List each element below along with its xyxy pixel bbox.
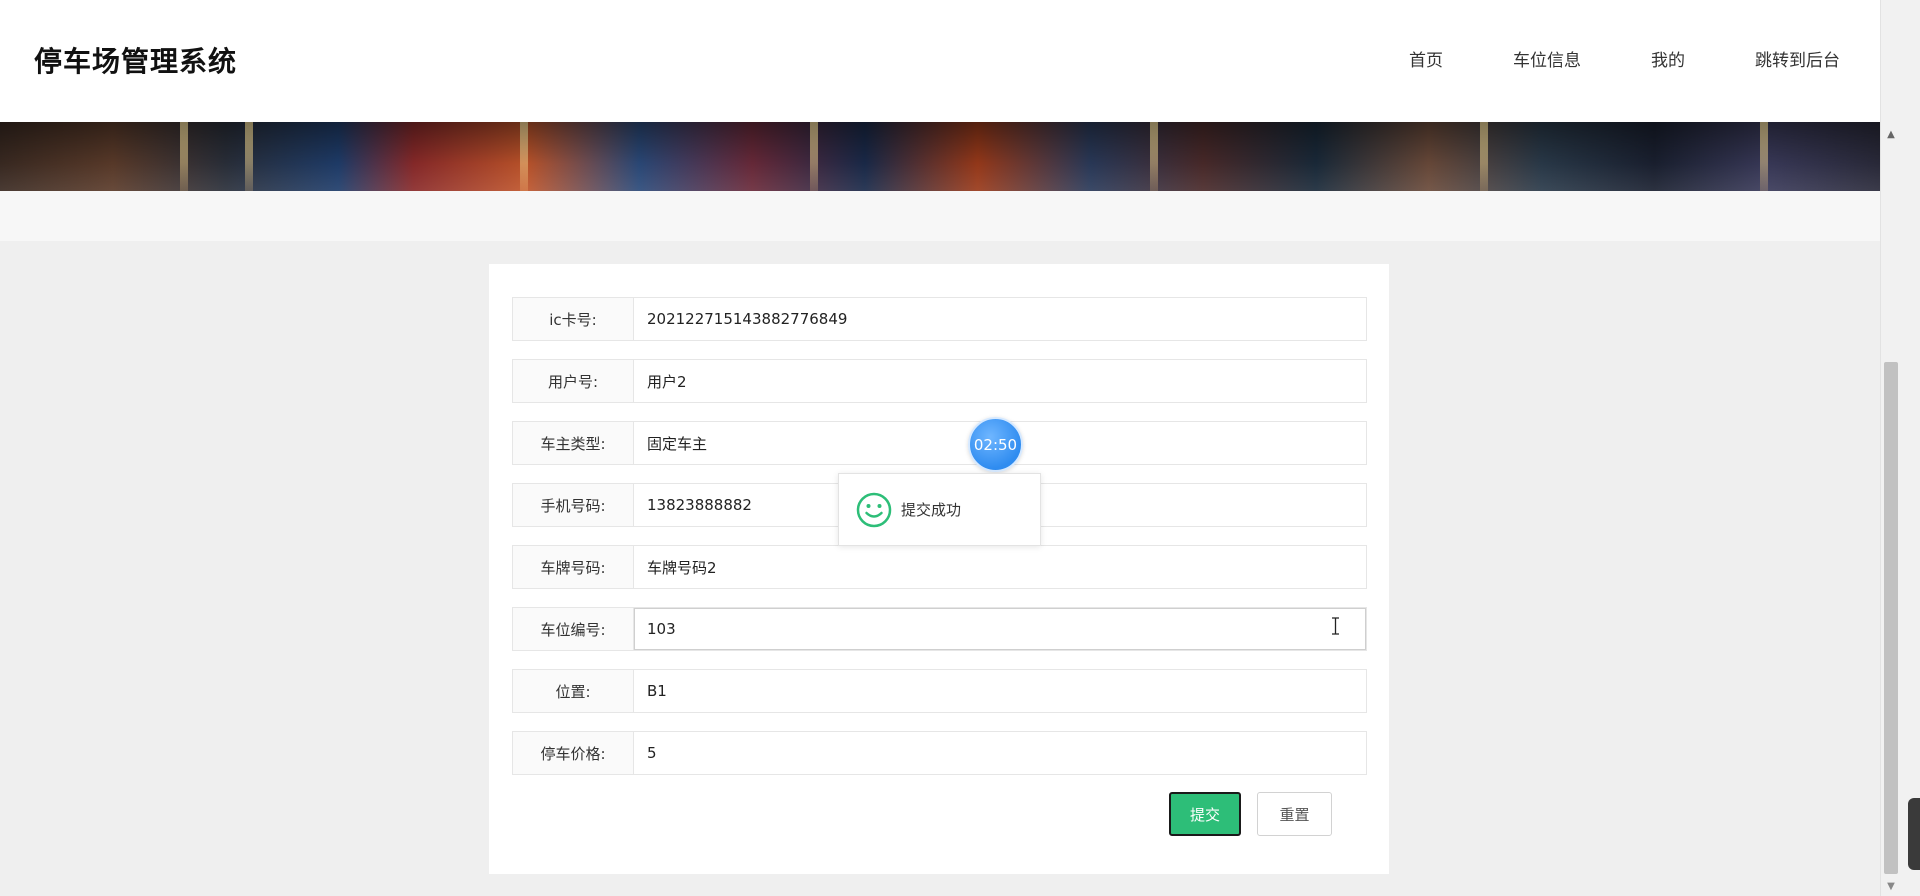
ic-card-label: ic卡号: — [513, 298, 634, 340]
location-label: 位置: — [513, 670, 634, 712]
reset-button[interactable]: 重置 — [1257, 792, 1332, 836]
text-cursor-icon — [1332, 617, 1339, 635]
success-toast: 提交成功 — [838, 473, 1041, 546]
countdown-timer: 02:50 — [968, 417, 1023, 472]
price-input[interactable] — [634, 732, 1366, 774]
site-header: 停车场管理系统 首页 车位信息 我的 跳转到后台 — [0, 0, 1880, 122]
smile-icon — [856, 492, 892, 527]
owner-type-label: 车主类型: — [513, 422, 634, 464]
scrollbar-thumb[interactable] — [1884, 362, 1898, 874]
nav-item-parking-info[interactable]: 车位信息 — [1513, 46, 1581, 71]
plate-label: 车牌号码: — [513, 546, 634, 588]
submit-button[interactable]: 提交 — [1169, 792, 1241, 836]
banner-strip — [0, 191, 1880, 241]
scroll-down-arrow-icon[interactable]: ▼ — [1880, 876, 1902, 896]
space-no-label: 车位编号: — [513, 608, 634, 650]
user-no-label: 用户号: — [513, 360, 634, 402]
user-no-input[interactable] — [634, 360, 1366, 402]
form-row-plate: 车牌号码: — [512, 545, 1367, 589]
form-row-owner-type: 车主类型: — [512, 421, 1367, 465]
price-label: 停车价格: — [513, 732, 634, 774]
form-row-price: 停车价格: — [512, 731, 1367, 775]
location-input[interactable] — [634, 670, 1366, 712]
nav-item-admin[interactable]: 跳转到后台 — [1755, 46, 1840, 71]
scroll-up-arrow-icon[interactable]: ▲ — [1880, 124, 1902, 144]
ic-card-input[interactable] — [634, 298, 1366, 340]
form-row-ic-card: ic卡号: — [512, 297, 1367, 341]
site-title: 停车场管理系统 — [34, 45, 238, 78]
banner-image — [0, 122, 1880, 191]
parking-form: ic卡号: 用户号: 车主类型: 手机号码: 车牌号码: 车位编号: 位置: 停… — [489, 264, 1389, 874]
phone-label: 手机号码: — [513, 484, 634, 526]
nav-item-mine[interactable]: 我的 — [1651, 46, 1685, 71]
main-nav: 首页 车位信息 我的 跳转到后台 — [1339, 46, 1840, 71]
nav-item-home[interactable]: 首页 — [1409, 46, 1443, 71]
form-row-space-no: 车位编号: — [512, 607, 1367, 651]
side-widget-handle[interactable] — [1908, 798, 1920, 870]
space-no-input[interactable] — [634, 608, 1366, 650]
form-row-location: 位置: — [512, 669, 1367, 713]
form-row-user-no: 用户号: — [512, 359, 1367, 403]
plate-input[interactable] — [634, 546, 1366, 588]
toast-message: 提交成功 — [901, 501, 962, 519]
